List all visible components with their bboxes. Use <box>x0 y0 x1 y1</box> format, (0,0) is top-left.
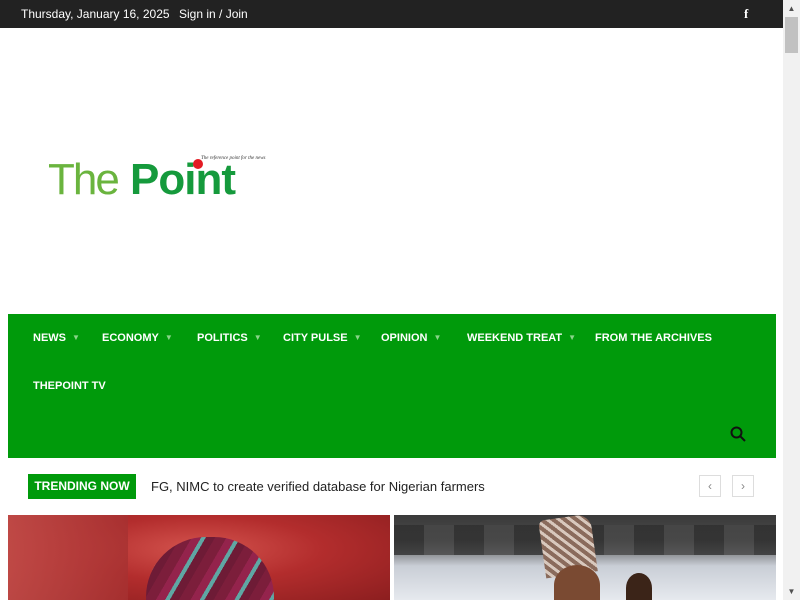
page: Thursday, January 16, 2025 Sign in / Joi… <box>0 0 783 600</box>
site-logo[interactable]: The Point The reference point for the ne… <box>48 155 273 207</box>
nav-item-label: ECONOMY <box>102 332 159 344</box>
logo-tagline: The reference point for the news <box>201 156 266 161</box>
trending-prev-button[interactable]: ‹ <box>699 475 721 497</box>
facebook-icon[interactable]: f <box>744 0 748 28</box>
trending-next-button[interactable]: › <box>732 475 754 497</box>
image-background <box>8 515 128 600</box>
vertical-scrollbar[interactable]: ▲ ▼ <box>783 0 800 600</box>
nav-item-weekend-treat[interactable]: WEEKEND TREAT ▼ <box>467 331 576 345</box>
nav-item-label: FROM THE ARCHIVES <box>595 332 712 344</box>
chevron-down-icon: ▼ <box>72 333 80 342</box>
trending-headline-link[interactable]: FG, NIMC to create verified database for… <box>151 474 485 499</box>
nav-item-label: WEEKEND TREAT <box>467 332 563 344</box>
top-bar: Thursday, January 16, 2025 Sign in / Joi… <box>0 0 783 28</box>
nav-item-from-the-archives[interactable]: FROM THE ARCHIVES <box>595 331 712 345</box>
trending-now-label: TRENDING NOW <box>28 474 136 499</box>
nav-item-thepoint-tv[interactable]: THEPOINT TV <box>33 379 106 393</box>
nav-item-label: CITY PULSE <box>283 332 348 344</box>
current-date: Thursday, January 16, 2025 <box>21 7 170 21</box>
logo-point: Point <box>130 155 236 204</box>
nav-item-city-pulse[interactable]: CITY PULSE ▼ <box>283 331 362 345</box>
nav-item-news[interactable]: NEWS ▼ <box>33 331 80 345</box>
image-figure <box>554 565 600 600</box>
sign-in-link[interactable]: Sign in / Join <box>179 0 248 28</box>
chevron-down-icon: ▼ <box>253 333 262 342</box>
chevron-down-icon: ▼ <box>568 333 577 342</box>
search-icon[interactable] <box>730 426 746 442</box>
chevron-down-icon: ▼ <box>433 333 442 342</box>
nav-item-economy[interactable]: ECONOMY ▼ <box>102 331 173 345</box>
nav-item-label: POLITICS <box>197 332 248 344</box>
nav-item-label: THEPOINT TV <box>33 380 106 392</box>
chevron-down-icon: ▼ <box>353 333 362 342</box>
nav-item-politics[interactable]: POLITICS ▼ <box>197 331 262 345</box>
scroll-up-icon[interactable]: ▲ <box>783 0 800 17</box>
image-cap-graphic <box>146 537 274 600</box>
scroll-down-icon[interactable]: ▼ <box>783 583 800 600</box>
nav-item-label: NEWS <box>33 332 66 344</box>
main-navigation: NEWS ▼ ECONOMY ▼ POLITICS ▼ CITY PULSE ▼ OPI… <box>8 314 776 458</box>
nav-item-opinion[interactable]: OPINION ▼ <box>381 331 441 345</box>
nav-item-label: OPINION <box>381 332 428 344</box>
featured-image-left[interactable] <box>8 515 390 600</box>
featured-image-right[interactable] <box>394 515 776 600</box>
image-figure <box>626 573 652 600</box>
scroll-thumb[interactable] <box>785 17 798 53</box>
chevron-down-icon: ▼ <box>164 333 173 342</box>
logo-the: The <box>48 155 120 204</box>
